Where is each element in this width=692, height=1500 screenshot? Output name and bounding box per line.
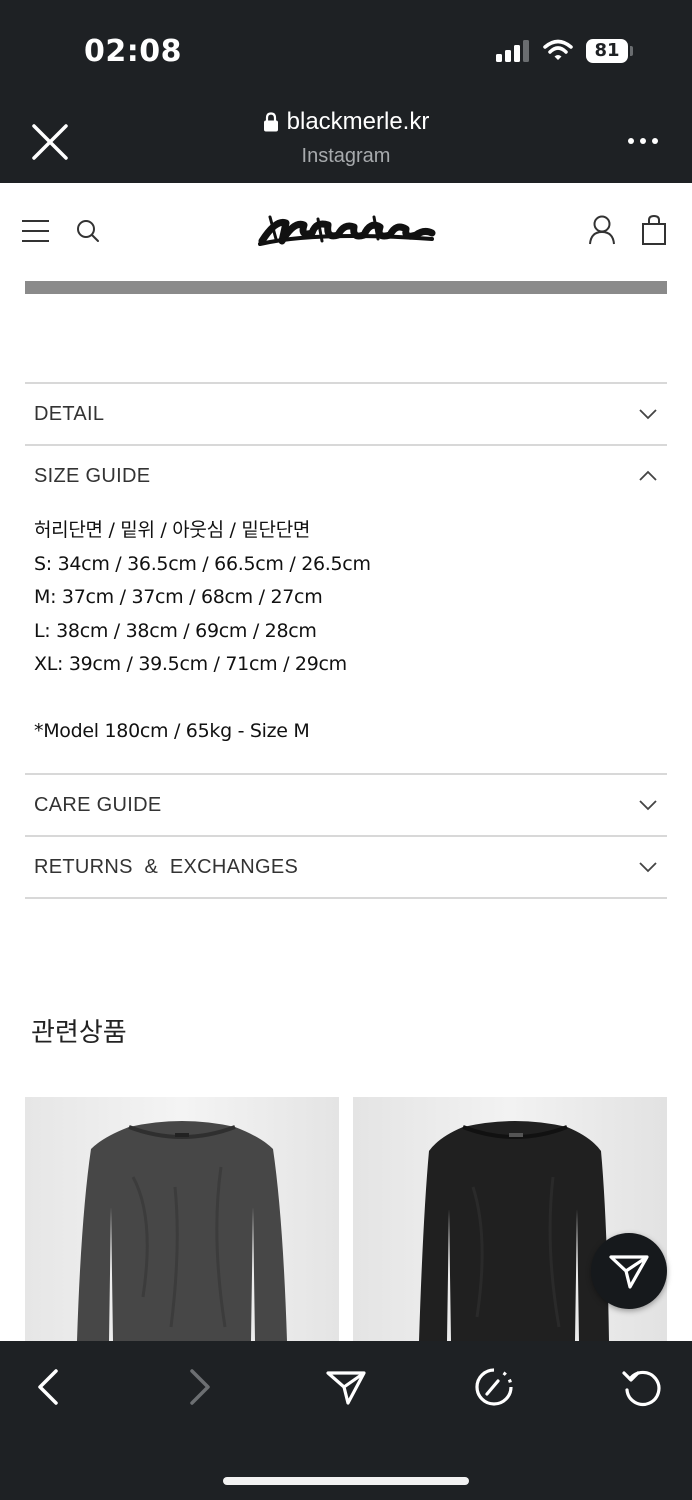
browser-top-chrome: 02:08 81 blackmerle.kr Instagram xyxy=(0,0,692,183)
browser-bottom-bar xyxy=(0,1341,692,1500)
battery-indicator: 81 xyxy=(586,39,628,63)
cell-signal-icon xyxy=(496,40,532,62)
url-source: Instagram xyxy=(301,145,391,167)
image-placeholder-bar xyxy=(25,281,667,294)
product-photo-charcoal-longsleeve xyxy=(25,1097,339,1341)
accordion-header-care-guide[interactable]: CARE GUIDE xyxy=(25,775,667,835)
speed-icon[interactable] xyxy=(472,1365,516,1409)
chevron-up-icon xyxy=(639,470,657,481)
battery-cap xyxy=(630,46,633,56)
accordion-header-size-guide[interactable]: SIZE GUIDE xyxy=(25,446,667,506)
home-indicator xyxy=(223,1477,469,1485)
shop-header xyxy=(0,183,692,279)
size-row-l: L: 38cm / 38cm / 69cm / 28cm xyxy=(34,619,317,642)
share-icon xyxy=(609,1255,649,1289)
size-row-m: M: 37cm / 37cm / 68cm / 27cm xyxy=(34,586,323,608)
accordion-detail: DETAIL xyxy=(25,382,667,444)
product-info-accordion: DETAIL SIZE GUIDE 허리단면 / 밑위 / 아웃심 / 밑단단면… xyxy=(25,382,667,899)
shopping-bag-icon[interactable] xyxy=(641,214,667,246)
size-row-s: S: 34cm / 36.5cm / 66.5cm / 26.5cm xyxy=(34,552,371,575)
accordion-header-detail[interactable]: DETAIL xyxy=(25,384,667,444)
share-icon[interactable] xyxy=(324,1365,368,1409)
chevron-down-icon xyxy=(639,800,657,811)
accordion-returns: RETURNS & EXCHANGES xyxy=(25,835,667,899)
model-note: *Model 180cm / 65kg - Size M xyxy=(34,719,310,742)
chevron-down-icon xyxy=(639,862,657,873)
accordion-title: DETAIL xyxy=(34,402,105,425)
size-guide-header-line: 허리단면 / 밑위 / 아웃심 / 밑단단면 xyxy=(34,519,311,541)
forward-icon[interactable] xyxy=(176,1365,220,1409)
status-time: 02:08 xyxy=(84,34,182,69)
lock-icon xyxy=(263,112,278,132)
user-icon[interactable] xyxy=(588,215,616,245)
accordion-title: CARE GUIDE xyxy=(34,793,162,816)
more-icon[interactable] xyxy=(626,138,660,148)
size-row-xl: XL: 39cm / 39.5cm / 71cm / 29cm xyxy=(34,653,347,675)
accordion-care-guide: CARE GUIDE xyxy=(25,773,667,835)
url-area[interactable]: blackmerle.kr Instagram xyxy=(0,108,692,168)
url-text: blackmerle.kr xyxy=(286,108,430,135)
chevron-down-icon xyxy=(639,409,657,420)
brand-logo[interactable] xyxy=(256,211,436,249)
accordion-header-returns[interactable]: RETURNS & EXCHANGES xyxy=(25,837,667,897)
accordion-title: SIZE GUIDE xyxy=(34,464,151,487)
related-products-title: 관련상품 xyxy=(31,1018,127,1048)
size-guide-content: 허리단면 / 밑위 / 아웃심 / 밑단단면 S: 34cm / 36.5cm … xyxy=(25,506,667,773)
hamburger-icon[interactable] xyxy=(22,220,49,242)
related-product-image[interactable] xyxy=(25,1097,339,1341)
refresh-icon[interactable] xyxy=(620,1365,664,1409)
wifi-icon xyxy=(543,39,573,60)
search-icon[interactable] xyxy=(76,219,100,243)
accordion-size-guide: SIZE GUIDE 허리단면 / 밑위 / 아웃심 / 밑단단면 S: 34c… xyxy=(25,444,667,773)
accordion-title: RETURNS & EXCHANGES xyxy=(34,855,299,878)
back-icon[interactable] xyxy=(28,1365,72,1409)
share-fab[interactable] xyxy=(591,1233,667,1309)
